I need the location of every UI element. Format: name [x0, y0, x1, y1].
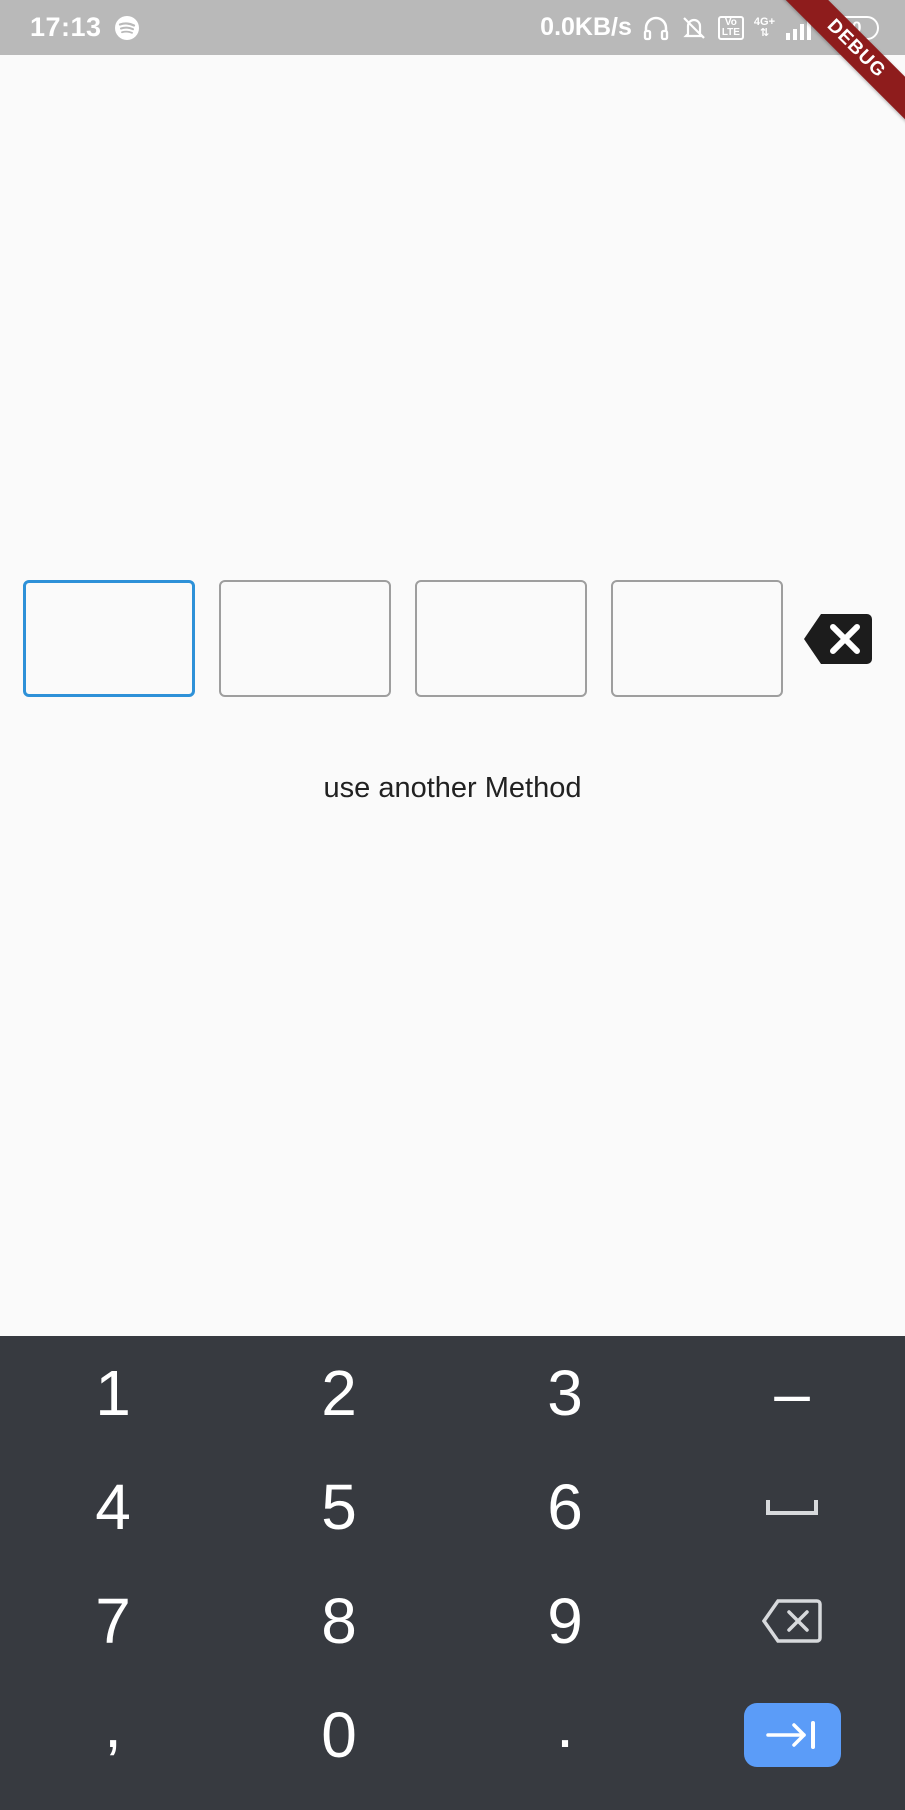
- network-type-label: 4G+: [753, 15, 775, 28]
- keyboard-row-1: 1 2 3 –: [0, 1336, 905, 1450]
- key-comma[interactable]: ,: [0, 1678, 226, 1792]
- volte-bottom-label: LTE: [721, 26, 740, 38]
- network-type: 4G+ ⇅: [753, 15, 775, 39]
- key-next[interactable]: [679, 1678, 905, 1792]
- key-1[interactable]: 1: [0, 1336, 226, 1450]
- signal-icon: [785, 15, 815, 41]
- key-3[interactable]: 3: [452, 1336, 678, 1450]
- keyboard-row-3: 7 8 9: [0, 1564, 905, 1678]
- net-speed: 0.0KB/s: [540, 13, 632, 41]
- key-backspace[interactable]: [679, 1564, 905, 1678]
- key-5[interactable]: 5: [226, 1450, 452, 1564]
- key-space[interactable]: [679, 1450, 905, 1564]
- numeric-keyboard: 1 2 3 – 4 5 6 7 8 9 , 0 .: [0, 1336, 905, 1810]
- volte-top-label: Vo: [724, 16, 737, 28]
- key-2[interactable]: 2: [226, 1336, 452, 1450]
- space-icon: [766, 1500, 818, 1515]
- pin-box-2[interactable]: [219, 580, 391, 697]
- use-another-method-link[interactable]: use another Method: [0, 772, 905, 805]
- bell-off-icon: [680, 14, 708, 42]
- pin-screen: 17:13 0.0KB/s Vo LTE 4G+ ⇅ 60 DEBUG use …: [0, 0, 905, 1810]
- key-6[interactable]: 6: [452, 1450, 678, 1564]
- pin-box-3[interactable]: [415, 580, 587, 697]
- tab-arrow-icon: [766, 1721, 815, 1749]
- data-arrows-icon: ⇅: [759, 26, 770, 39]
- key-9[interactable]: 9: [452, 1564, 678, 1678]
- pin-entry: [23, 580, 807, 697]
- battery-level: 60: [842, 17, 862, 37]
- keyboard-row-2: 4 5 6: [0, 1450, 905, 1564]
- headset-icon: [642, 14, 670, 42]
- key-8[interactable]: 8: [226, 1564, 452, 1678]
- volte-icon: Vo LTE: [717, 15, 744, 40]
- next-button[interactable]: [743, 1703, 841, 1767]
- status-time: 17:13: [30, 12, 102, 42]
- pin-box-1[interactable]: [23, 580, 195, 697]
- spotify-icon: [114, 15, 140, 41]
- keyboard-row-4: , 0 .: [0, 1678, 905, 1792]
- backspace-key-icon: [762, 1599, 822, 1643]
- key-minus[interactable]: –: [679, 1336, 905, 1450]
- pin-box-4[interactable]: [611, 580, 783, 697]
- key-7[interactable]: 7: [0, 1564, 226, 1678]
- status-bar: 17:13 0.0KB/s Vo LTE 4G+ ⇅ 60: [0, 0, 905, 55]
- battery-icon: 60: [825, 15, 879, 40]
- backspace-icon[interactable]: [803, 612, 873, 666]
- key-4[interactable]: 4: [0, 1450, 226, 1564]
- key-0[interactable]: 0: [226, 1678, 452, 1792]
- key-period[interactable]: .: [452, 1678, 678, 1792]
